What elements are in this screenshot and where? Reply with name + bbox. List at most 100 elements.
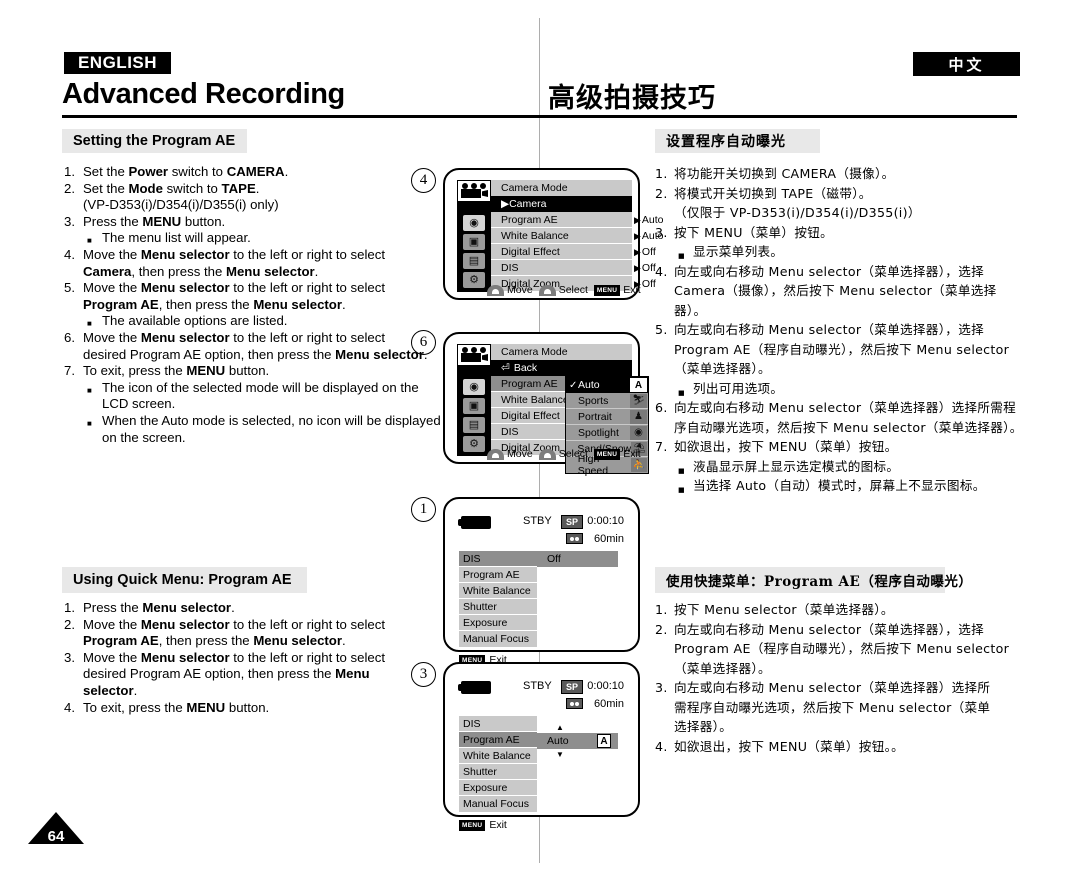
instruction-step: 2. Set the Mode switch to TAPE. <box>64 181 444 198</box>
step-number: 6. <box>64 329 75 345</box>
auto-icon: A <box>630 378 647 392</box>
rail-icon-member[interactable]: ▣ <box>463 398 485 414</box>
menu-title: Camera Mode <box>491 180 632 196</box>
menu-button-icon: MENU <box>593 284 621 296</box>
exit-label: Exit <box>489 819 507 831</box>
rail-icon-record[interactable]: ▤ <box>463 417 485 433</box>
option-label: Portrait <box>578 410 612 423</box>
quick-row-exposure[interactable]: Exposure <box>459 615 537 631</box>
instruction-step: 2. Move the Menu selector to the left or … <box>64 617 444 634</box>
instruction-step: (VP-D353(i)/D354(i)/D355(i) only) <box>64 197 444 214</box>
menu-row-camera-selected[interactable]: ▶Camera <box>491 196 632 212</box>
step-number <box>655 359 674 379</box>
step-number: 1. <box>655 602 668 617</box>
rail-icon-settings[interactable]: ⚙ <box>463 272 485 288</box>
menu-icon-rail: ◉ ▣ ▤ ⚙ <box>457 196 491 292</box>
language-tag-chinese: 中文 <box>913 52 1020 76</box>
scroll-down-arrow[interactable]: ▼ <box>555 751 565 759</box>
option-portrait[interactable]: Portrait ♟ <box>566 409 648 425</box>
step-number <box>655 340 674 360</box>
step-text: Program AE（程序自动曝光），然后按下 Menu selector <box>674 341 1010 357</box>
step-number <box>64 683 83 700</box>
hint-exit: MENU Exit <box>593 284 641 296</box>
section-heading-quick-menu: Using Quick Menu: Program AE <box>62 567 307 593</box>
step-text: 当选择 Auto（自动）模式时，屏幕上不显示图标。 <box>674 476 1027 500</box>
step-number: 1. <box>64 164 75 179</box>
step-number <box>64 633 83 650</box>
step-text: Camera（摄像），然后按下 Menu selector（菜单选择器）。 <box>674 283 997 318</box>
hint-exit-label: Exit <box>623 448 641 460</box>
high-speed-icon: ⛹ <box>630 458 647 472</box>
menu-hint-bar: Move Select MENU Exit <box>487 284 641 296</box>
quick-row-exposure[interactable]: Exposure <box>459 780 537 796</box>
step-text: 如欲退出，按下 MENU（菜单）按钮。。 <box>674 738 905 754</box>
rail-icon-camera[interactable]: ◉ <box>463 379 485 395</box>
header-rule <box>62 115 1017 118</box>
rail-icon-record[interactable]: ▤ <box>463 253 485 269</box>
menu-row-dis[interactable]: DIS <box>491 260 632 276</box>
menu-row-program-ae[interactable]: Program AE <box>491 212 632 228</box>
quick-row-shutter[interactable]: Shutter <box>459 599 537 615</box>
instruction-step: Program AE（程序自动曝光），然后按下 Menu selector <box>655 340 1027 360</box>
step-number <box>655 457 674 477</box>
menu-row-white-balance[interactable]: White Balance <box>491 228 632 244</box>
instruction-step: 2. 将模式开关切换到 TAPE（磁带）。 <box>655 184 1027 204</box>
quick-row-white-balance[interactable]: White Balance <box>459 748 537 764</box>
step-text: The menu list will appear. <box>83 230 444 249</box>
tape-remaining: 60min <box>594 533 624 545</box>
step-number: 6. <box>655 400 668 415</box>
step-text: 需程序自动曝光选项，然后按下 Menu selector（菜单 <box>674 699 991 715</box>
step-text: 按下 MENU（菜单）按钮。 <box>674 224 834 240</box>
instruction-step: 3. 按下 MENU（菜单）按钮。 <box>655 223 1027 243</box>
step-number <box>655 717 674 737</box>
step-text: Program AE（程序自动曝光），然后按下 Menu selector <box>674 641 1010 656</box>
instruction-step: Program AE, then press the Menu selector… <box>64 633 444 650</box>
menu-hint-bar: Move Select MENU Exit <box>487 448 641 460</box>
step-text: 向左或向右移动 Menu selector（菜单选择器），选择 <box>674 263 984 279</box>
quick-row-white-balance[interactable]: White Balance <box>459 583 537 599</box>
menu-row-back[interactable]: ⏎ Back <box>491 360 632 376</box>
quick-value-bar: Off <box>537 551 618 567</box>
rail-icon-settings[interactable]: ⚙ <box>463 436 485 452</box>
quick-row-dis[interactable]: DIS <box>459 551 537 567</box>
quick-row-dis[interactable]: DIS <box>459 716 537 732</box>
quick-row-program-ae[interactable]: Program AE <box>459 732 537 748</box>
rail-icon-camera[interactable]: ◉ <box>463 215 485 231</box>
rail-icon-member[interactable]: ▣ <box>463 234 485 250</box>
step-number <box>64 264 83 281</box>
step-number <box>655 659 674 679</box>
quick-row-program-ae[interactable]: Program AE <box>459 567 537 583</box>
step-number: 2. <box>64 616 75 632</box>
scroll-up-arrow[interactable]: ▲ <box>555 724 565 732</box>
step-number: 3. <box>64 213 75 229</box>
quick-row-manual-focus[interactable]: Manual Focus <box>459 796 537 812</box>
hint-select: Select <box>538 448 588 460</box>
option-sports[interactable]: Sports ⛷ <box>566 393 648 409</box>
step-number <box>64 230 83 247</box>
menu-row-digital-effect[interactable]: Digital Effect <box>491 244 632 260</box>
dial-press-icon <box>538 284 556 296</box>
value-text: Auto <box>641 214 664 226</box>
step-text: To exit, press the MENU button. <box>83 363 270 379</box>
option-auto[interactable]: ✓ Auto A <box>566 377 648 393</box>
step-text: 向左或向右移动 Menu selector（菜单选择器），选择 <box>674 621 984 637</box>
instruction-step: selector. <box>64 683 444 700</box>
step-number <box>655 379 674 399</box>
quality-badge: SP <box>561 515 584 529</box>
quick-row-manual-focus[interactable]: Manual Focus <box>459 631 537 647</box>
instruction-list-english-2: 1. Press the Menu selector. 2. Move the Men… <box>64 600 444 716</box>
value-text: Off <box>641 262 656 274</box>
instruction-step: desired Program AE option, then press th… <box>64 666 444 683</box>
step-text: 将功能开关切换到 CAMERA（摄像）。 <box>674 166 895 181</box>
step-text: 液晶显示屏上显示选定模式的图标。 <box>674 457 1027 481</box>
step-text: Set the Mode switch to TAPE. <box>83 180 260 196</box>
step-text: （仅限于 VP-D353(i)/D354(i)/D355(i)） <box>674 205 921 220</box>
hint-move: Move <box>487 284 533 296</box>
instruction-step: 5. 向左或向右移动 Menu selector（菜单选择器），选择 <box>655 320 1027 340</box>
section-heading-quick-menu-zh: 使用快捷菜单：Program AE（程序自动曝光） <box>655 567 972 593</box>
step-text: Move the Menu selector to the left or ri… <box>83 616 386 632</box>
step-text: Program AE, then press the Menu selector… <box>83 296 346 312</box>
option-spotlight[interactable]: Spotlight ◉ <box>566 425 648 441</box>
step-text: 将模式开关切换到 TAPE（磁带）。 <box>674 185 872 201</box>
quick-row-shutter[interactable]: Shutter <box>459 764 537 780</box>
